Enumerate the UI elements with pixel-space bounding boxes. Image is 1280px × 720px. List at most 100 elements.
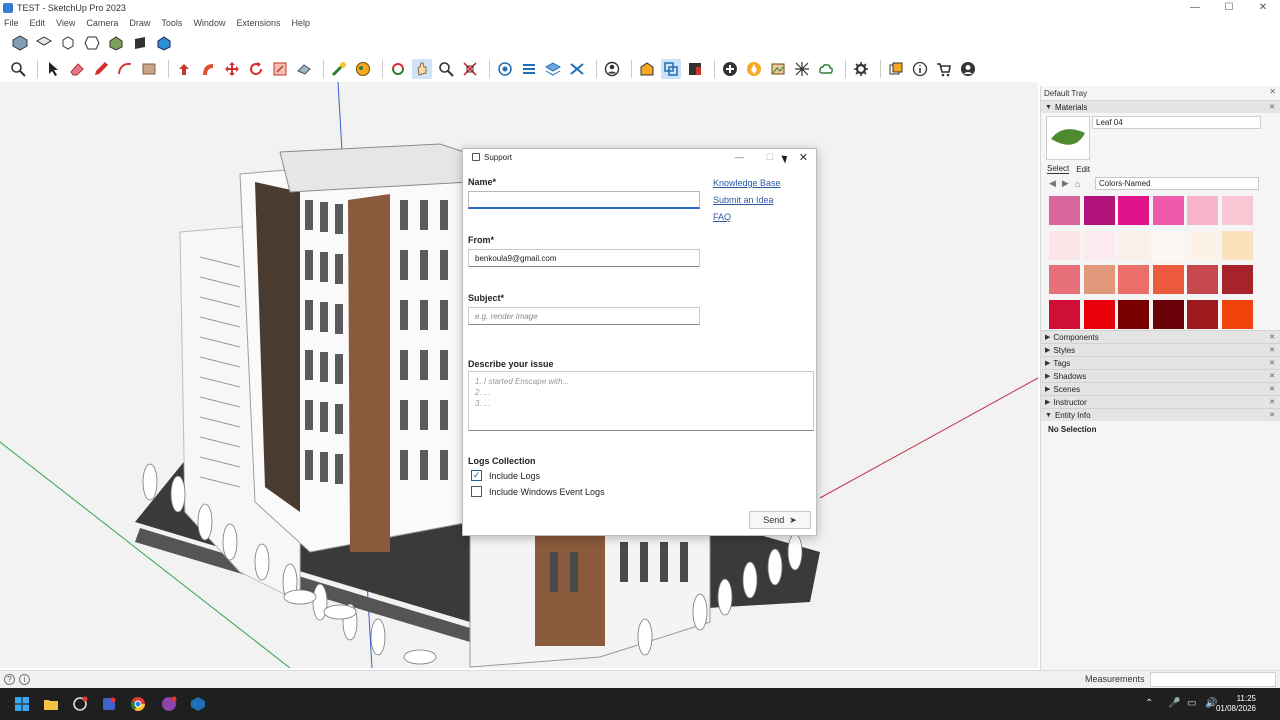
cloud-icon[interactable] (816, 59, 836, 79)
top-view-icon[interactable] (34, 33, 54, 53)
include-event-logs-row[interactable]: Include Windows Event Logs (471, 486, 605, 497)
dialog-close-icon[interactable]: ✕ (799, 149, 808, 165)
close-icon[interactable]: ✕ (1246, 0, 1280, 15)
photo-texture-icon[interactable] (768, 59, 788, 79)
windows-start-icon[interactable] (14, 696, 30, 712)
material-swatch[interactable] (1083, 299, 1115, 329)
menu-camera[interactable]: Camera (86, 18, 118, 28)
section-plane-icon[interactable] (495, 59, 515, 79)
warehouse-icon[interactable] (637, 59, 657, 79)
file-explorer-icon[interactable] (43, 696, 59, 712)
move-icon[interactable] (222, 59, 242, 79)
geo-status-icon[interactable]: ? (4, 674, 15, 685)
menu-window[interactable]: Window (193, 18, 225, 28)
paint-bucket-icon[interactable] (353, 59, 373, 79)
geo-location-icon[interactable] (744, 59, 764, 79)
panel-close-icon[interactable]: ✕ (1269, 333, 1275, 341)
panel-header-instructor[interactable]: ▶ Instructor ✕ (1041, 395, 1280, 408)
material-swatch[interactable] (1049, 230, 1080, 260)
panel-close-icon[interactable]: ✕ (1269, 359, 1275, 367)
pencil-icon[interactable] (91, 59, 111, 79)
describe-issue-field[interactable] (468, 371, 814, 431)
name-field[interactable] (468, 191, 700, 209)
front-view-icon[interactable] (58, 33, 78, 53)
follow-me-icon[interactable] (198, 59, 218, 79)
push-pull-icon[interactable] (174, 59, 194, 79)
section-fill-icon[interactable] (543, 59, 563, 79)
material-swatch[interactable] (1187, 265, 1218, 294)
send-button[interactable]: Send ➤ (749, 511, 811, 529)
forward-arrow-icon[interactable]: ▶ (1062, 178, 1069, 189)
back-view-icon[interactable] (106, 33, 126, 53)
orbit-icon[interactable] (388, 59, 408, 79)
account-icon[interactable] (602, 59, 622, 79)
app-icon[interactable] (101, 696, 117, 712)
measurements-input[interactable] (1150, 672, 1276, 687)
material-swatch[interactable] (1083, 196, 1115, 225)
arc-icon[interactable] (115, 59, 135, 79)
material-swatch[interactable] (1152, 299, 1184, 329)
material-swatch[interactable] (1187, 196, 1218, 225)
panel-close-icon[interactable]: ✕ (1269, 385, 1275, 393)
include-event-logs-checkbox[interactable] (471, 486, 482, 497)
minimize-icon[interactable]: — (1178, 0, 1212, 15)
tape-measure-icon[interactable] (329, 59, 349, 79)
menu-help[interactable]: Help (291, 18, 310, 28)
material-swatch[interactable] (1221, 299, 1253, 329)
menu-tools[interactable]: Tools (161, 18, 182, 28)
dialog-titlebar[interactable]: Support (463, 149, 816, 165)
search-icon[interactable] (8, 59, 28, 79)
home-icon[interactable]: ⌂ (1075, 179, 1080, 189)
include-logs-row[interactable]: ✓ Include Logs (471, 470, 540, 481)
panel-close-icon[interactable]: ✕ (1269, 346, 1275, 354)
material-swatch[interactable] (1221, 196, 1253, 225)
section-cut-icon[interactable] (519, 59, 539, 79)
grid-icon[interactable] (792, 59, 812, 79)
material-swatch[interactable] (1152, 196, 1184, 225)
dialog-maximize-icon[interactable]: ☐ (766, 149, 774, 165)
panel-header-entity-info[interactable]: ▼ Entity Info ✕ (1041, 408, 1280, 421)
panel-close-icon[interactable]: ✕ (1269, 103, 1275, 111)
zoom-extents-icon[interactable] (460, 59, 480, 79)
menu-draw[interactable]: Draw (129, 18, 150, 28)
zoom-icon[interactable] (436, 59, 456, 79)
rotate-icon[interactable] (246, 59, 266, 79)
iso-view-icon[interactable] (10, 33, 30, 53)
layout-icon[interactable] (685, 59, 705, 79)
material-name-field[interactable]: Leaf 04 (1092, 116, 1261, 129)
material-swatch[interactable] (1152, 265, 1184, 294)
settings-icon[interactable] (851, 59, 871, 79)
panel-close-icon[interactable]: ✕ (1269, 411, 1275, 419)
eraser-icon[interactable] (67, 59, 87, 79)
material-swatch[interactable] (1049, 265, 1080, 294)
offset-icon[interactable] (294, 59, 314, 79)
user-profile-icon[interactable] (958, 59, 978, 79)
menu-extensions[interactable]: Extensions (236, 18, 280, 28)
enscape-views-icon[interactable] (886, 59, 906, 79)
submit-idea-link[interactable]: Submit an Idea (713, 195, 774, 205)
panel-header-tags[interactable]: ▶ Tags ✕ (1041, 356, 1280, 369)
from-email-field[interactable] (468, 249, 700, 267)
material-swatch[interactable] (1118, 196, 1149, 225)
messenger-icon[interactable] (161, 696, 177, 712)
panel-header-components[interactable]: ▶ Components ✕ (1041, 330, 1280, 343)
rectangle-icon[interactable] (139, 59, 159, 79)
material-swatch[interactable] (1118, 299, 1149, 329)
panel-header-styles[interactable]: ▶ Styles ✕ (1041, 343, 1280, 356)
material-library-select[interactable]: Colors-Named (1095, 177, 1259, 190)
subject-field[interactable] (468, 307, 700, 325)
menu-file[interactable]: File (4, 18, 19, 28)
add-location-icon[interactable] (720, 59, 740, 79)
dialog-minimize-icon[interactable]: — (735, 149, 744, 165)
menu-edit[interactable]: Edit (30, 18, 46, 28)
panel-close-icon[interactable]: ✕ (1269, 398, 1275, 406)
material-swatch[interactable] (1187, 299, 1218, 329)
material-swatch[interactable] (1118, 265, 1149, 294)
material-swatch[interactable] (1221, 230, 1253, 260)
panel-close-icon[interactable]: ✕ (1269, 372, 1275, 380)
include-logs-checkbox[interactable]: ✓ (471, 470, 482, 481)
material-preview[interactable] (1046, 116, 1090, 160)
maximize-icon[interactable]: ☐ (1212, 0, 1246, 15)
tab-select[interactable]: Select (1047, 164, 1070, 174)
sketchup-taskbar-icon[interactable] (190, 696, 206, 712)
